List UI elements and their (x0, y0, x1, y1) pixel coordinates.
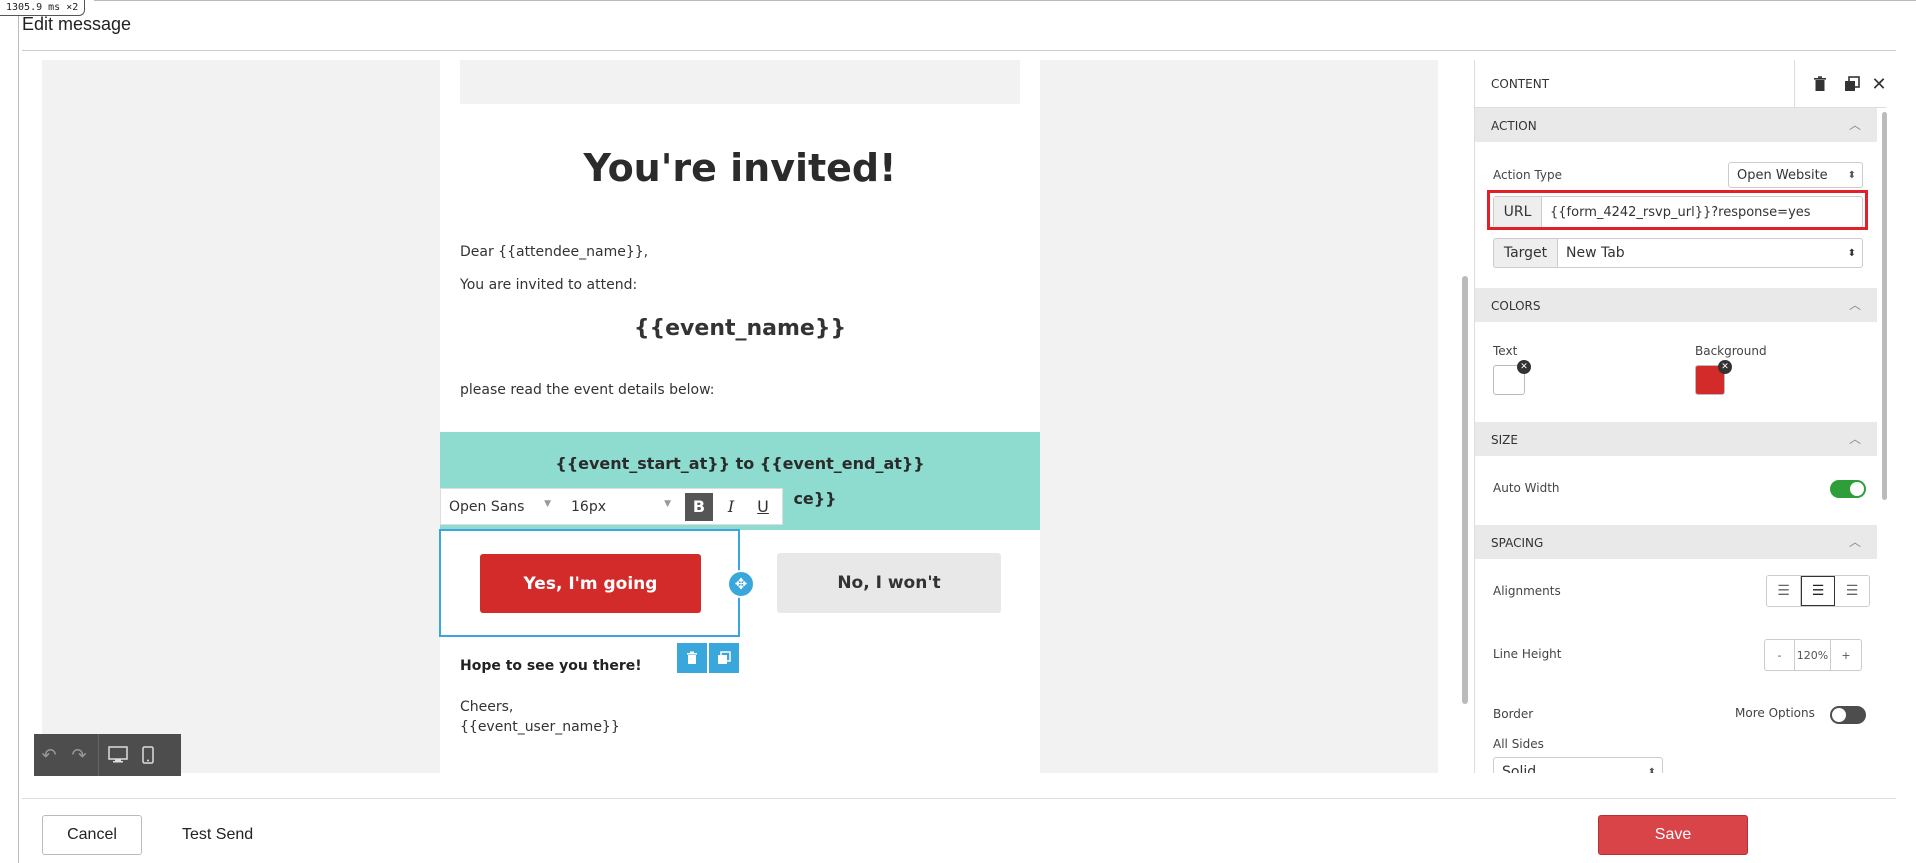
clear-background-color-icon[interactable]: ✕ (1718, 360, 1732, 374)
underline-button[interactable]: U (749, 493, 777, 521)
border-style-value: Solid (1502, 764, 1537, 773)
font-size-value: 16px (571, 498, 606, 515)
chevron-down-icon: ▼ (664, 498, 671, 509)
align-left-icon[interactable]: ☰ (1767, 576, 1801, 606)
block-duplicate-button[interactable] (709, 643, 739, 673)
canvas-tools: ↶ ↷ (34, 734, 181, 776)
cancel-button[interactable]: Cancel (42, 815, 142, 855)
font-family-select[interactable]: Open Sans ▼ (441, 499, 561, 515)
action-type-value: Open Website (1737, 167, 1828, 183)
page-title: Edit message (22, 14, 132, 34)
font-size-select[interactable]: 16px ▼ (561, 499, 681, 515)
alignments-label: Alignments (1493, 584, 1561, 598)
content-properties-panel: CONTENT ✕ ACTION ︿ Action Type Open Webs… (1474, 60, 1886, 773)
chevron-up-icon: ︿ (1848, 298, 1861, 312)
panel-header-divider (1794, 60, 1795, 108)
text-color-label: Text (1493, 344, 1518, 358)
save-button[interactable]: Save (1598, 815, 1748, 855)
target-value: New Tab (1566, 245, 1625, 261)
undo-icon[interactable]: ↶ (34, 734, 64, 776)
signoff-text: Cheers, (460, 699, 514, 715)
window-frame-left (18, 16, 19, 863)
signature-text: {{event_user_name}} (460, 719, 620, 735)
event-time-line: {{event_start_at}} to {{event_end_at}} (555, 454, 925, 473)
align-center-icon[interactable]: ☰ (1801, 576, 1835, 606)
mobile-view-icon[interactable] (133, 734, 163, 776)
more-options-toggle[interactable] (1830, 706, 1866, 724)
section-colors-title: COLORS (1491, 299, 1541, 313)
alignment-buttons: ☰ ☰ ☰ (1766, 575, 1870, 607)
title-divider (22, 50, 1896, 51)
border-label: Border (1493, 707, 1534, 721)
email-event-name[interactable]: {{event_name}} (440, 316, 1040, 341)
border-style-select[interactable]: Solid ⬍ (1493, 757, 1663, 773)
rsvp-yes-button[interactable]: Yes, I'm going (480, 554, 701, 613)
email-invite-line[interactable]: You are invited to attend: (460, 277, 637, 293)
italic-button[interactable]: I (717, 493, 745, 521)
section-spacing-header[interactable]: SPACING ︿ (1475, 525, 1877, 559)
url-highlight-box (1487, 190, 1868, 230)
move-icon[interactable]: ✥ (727, 570, 755, 598)
email-canvas[interactable]: You're invited! Dear {{attendee_name}}, … (42, 60, 1438, 773)
chevron-up-icon: ︿ (1848, 118, 1861, 132)
timing-badge: 1305.9 ms ×2 (0, 0, 86, 16)
block-delete-button[interactable] (677, 643, 707, 673)
chevron-up-icon: ︿ (1848, 535, 1861, 549)
chevron-updown-icon: ⬍ (1847, 247, 1856, 259)
panel-header: CONTENT ✕ (1475, 60, 1886, 108)
toggle-knob (1832, 708, 1846, 722)
line-height-increase-button[interactable]: + (1831, 640, 1861, 670)
target-select[interactable]: New Tab ⬍ (1557, 238, 1863, 268)
duplicate-icon (718, 651, 731, 664)
background-color-label: Background (1695, 344, 1767, 358)
line-height-decrease-button[interactable]: - (1765, 640, 1795, 670)
section-size-header[interactable]: SIZE ︿ (1475, 422, 1877, 456)
line-height-value[interactable]: 120% (1795, 640, 1831, 670)
auto-width-label: Auto Width (1493, 481, 1560, 495)
panel-title: CONTENT (1491, 77, 1550, 91)
line-height-stepper: - 120% + (1764, 639, 1862, 671)
email-header-block[interactable] (460, 60, 1020, 104)
footer-divider (22, 798, 1896, 799)
chevron-up-icon: ︿ (1848, 432, 1861, 446)
email-greeting[interactable]: Dear {{attendee_name}}, (460, 244, 648, 260)
close-icon[interactable]: ✕ (1863, 72, 1886, 96)
chevron-updown-icon: ⬍ (1847, 169, 1856, 181)
action-type-label: Action Type (1493, 168, 1562, 182)
email-details-line[interactable]: please read the event details below: (460, 382, 715, 398)
rsvp-no-button[interactable]: No, I won't (777, 553, 1001, 613)
all-sides-label: All Sides (1493, 737, 1544, 751)
align-right-icon[interactable]: ☰ (1835, 576, 1869, 606)
chevron-down-icon: ▼ (544, 498, 551, 509)
section-action-title: ACTION (1491, 119, 1537, 133)
panel-scrollbar[interactable] (1882, 112, 1887, 500)
email-closing-line[interactable]: Hope to see you there! (460, 658, 642, 674)
font-family-value: Open Sans (449, 498, 525, 515)
action-type-select[interactable]: Open Website ⬍ (1728, 162, 1863, 188)
section-colors-header[interactable]: COLORS ︿ (1475, 288, 1877, 322)
toggle-knob (1850, 482, 1864, 496)
test-send-button[interactable]: Test Send (182, 815, 253, 855)
email-signoff[interactable]: Cheers, {{event_user_name}} (460, 697, 620, 737)
window-frame-top (94, 0, 1916, 1)
line-height-label: Line Height (1493, 647, 1562, 661)
clear-text-color-icon[interactable]: ✕ (1517, 360, 1531, 374)
email-heading[interactable]: You're invited! (440, 146, 1040, 190)
target-addon: Target (1493, 238, 1557, 268)
canvas-scrollbar[interactable] (1462, 276, 1468, 704)
section-spacing-title: SPACING (1491, 536, 1544, 550)
desktop-view-icon[interactable] (103, 734, 133, 776)
trash-icon (687, 651, 697, 664)
section-size-title: SIZE (1491, 433, 1518, 447)
chevron-updown-icon: ⬍ (1647, 766, 1656, 774)
text-format-toolbar: Open Sans ▼ 16px ▼ B I U (440, 488, 783, 525)
tool-divider (98, 734, 99, 776)
redo-icon[interactable]: ↷ (64, 734, 94, 776)
trash-icon[interactable] (1804, 72, 1836, 96)
more-options-label: More Options (1735, 706, 1815, 720)
bold-button[interactable]: B (685, 492, 713, 521)
target-field[interactable]: Target New Tab ⬍ (1493, 238, 1863, 268)
auto-width-toggle[interactable] (1830, 480, 1866, 498)
section-action-header[interactable]: ACTION ︿ (1475, 108, 1877, 142)
